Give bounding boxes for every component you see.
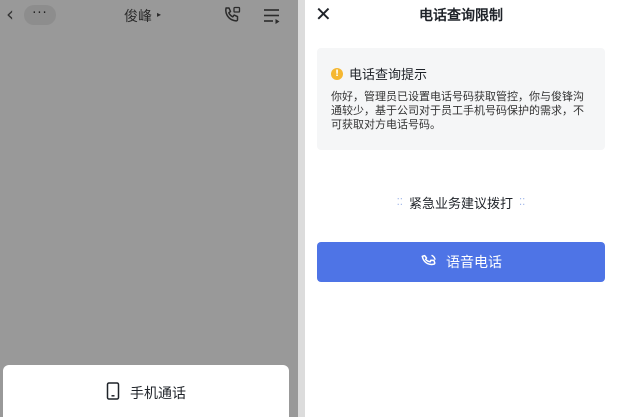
phone-call-icon[interactable] (222, 5, 242, 25)
more-button[interactable]: ··· (24, 5, 56, 25)
urgent-hint: ⁚⁚ 紧急业务建议拨打 ⁚⁚ (305, 193, 617, 212)
warning-icon: ! (331, 67, 343, 80)
panel-divider (298, 0, 305, 417)
back-button[interactable]: ‹ (6, 3, 14, 25)
mobile-phone-icon (106, 382, 120, 404)
decor-dots-right: ⁚⁚ (519, 197, 526, 208)
urgent-hint-text: 紧急业务建议拨打 (408, 197, 513, 212)
call-options-sheet: 手机通话 (3, 365, 289, 417)
voice-call-label: 语音电话 (446, 254, 502, 270)
notice-card: ! 电话查询提示 你好，管理员已设置电话号码获取管控，你与俊锋沟通较少，基于公司… (317, 48, 605, 150)
chat-panel: ‹ ··· 俊峰 ▸ 手机通话 (0, 0, 298, 417)
notice-title: 电话查询提示 (349, 68, 428, 83)
menu-list-icon[interactable] (262, 6, 282, 26)
notice-header: ! 电话查询提示 (331, 64, 427, 83)
decor-dots-left: ⁚⁚ (396, 197, 403, 208)
voice-call-button[interactable]: 语音电话 (317, 242, 605, 282)
chat-title[interactable]: 俊峰 (124, 6, 152, 26)
chevron-right-icon: ▸ (157, 10, 162, 19)
mobile-call-option[interactable]: 手机通话 (3, 382, 289, 404)
chat-header: ‹ ··· 俊峰 ▸ (0, 0, 298, 32)
notice-body: 你好，管理员已设置电话号码获取管控，你与俊锋沟通较少，基于公司对于员工手机号码保… (331, 90, 584, 131)
mobile-call-label: 手机通话 (130, 386, 186, 402)
panel-title: 电话查询限制 (419, 8, 503, 24)
voice-call-icon (420, 252, 438, 273)
phone-restriction-panel: ✕ 电话查询限制 ! 电话查询提示 你好，管理员已设置电话号码获取管控，你与俊锋… (305, 0, 631, 417)
